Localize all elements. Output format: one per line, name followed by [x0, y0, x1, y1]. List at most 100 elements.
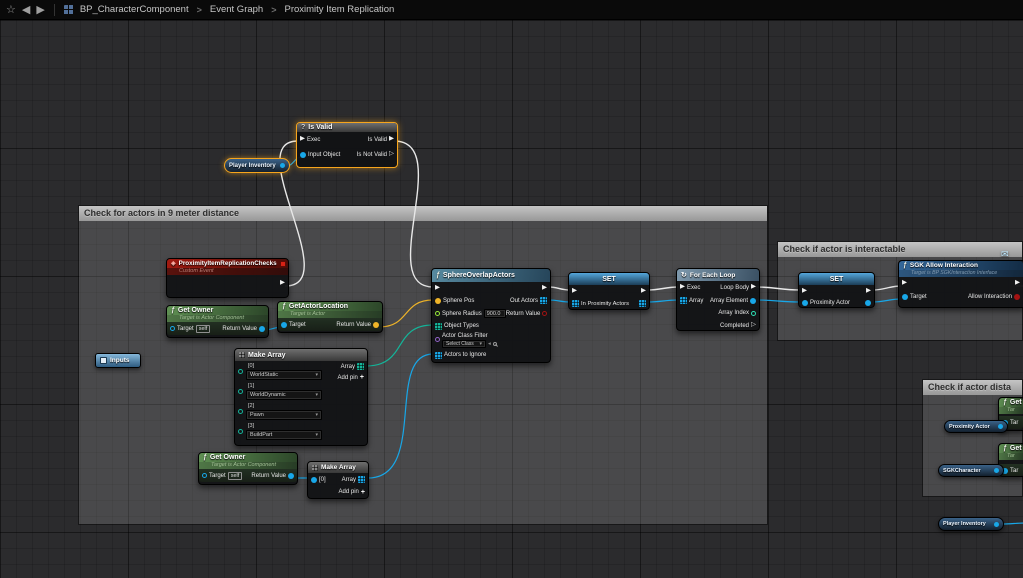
vector-return-pin[interactable] — [373, 322, 379, 328]
target-pin[interactable] — [170, 326, 175, 331]
wire-exec-loopbody-to-set2[interactable] — [756, 287, 800, 290]
target-pin[interactable] — [202, 473, 207, 478]
back-icon[interactable]: ◀ — [22, 0, 30, 20]
array-out-pin[interactable] — [639, 300, 646, 307]
exec-out-pin[interactable] — [280, 280, 285, 287]
object-out-pin[interactable] — [280, 163, 285, 168]
node-subtitle: Target is Actor Component — [199, 462, 297, 469]
target-pin[interactable] — [902, 294, 908, 300]
node-custom-event[interactable]: ◈ProximityItemReplicationChecks Custom E… — [166, 258, 289, 298]
exec-in-pin[interactable] — [300, 136, 305, 143]
breadcrumb-function[interactable]: Proximity Item Replication — [284, 4, 394, 15]
add-pin-button[interactable]: Add pin+ — [338, 374, 364, 381]
exec-out-pin[interactable] — [866, 288, 871, 295]
node-make-array-object-types[interactable]: Make Array Array Add pin+ [0] WorldStati… — [234, 348, 368, 446]
wire-set2-to-sgk-target[interactable] — [873, 299, 901, 302]
node-make-array-ignore[interactable]: Make Array [0] Array Add pin+ — [307, 461, 369, 499]
object-type-dropdown[interactable]: WorldStatic▾ — [246, 370, 322, 380]
exec-out-pin[interactable] — [641, 288, 646, 295]
breadcrumb-event-graph[interactable]: Event Graph — [210, 4, 263, 15]
object-out-pin[interactable] — [994, 522, 999, 527]
array-in-pin[interactable] — [680, 297, 687, 304]
target-default-value[interactable]: self — [228, 472, 243, 480]
exec-in-pin[interactable] — [680, 284, 685, 291]
function-icon: ƒ — [903, 262, 907, 269]
element-pin[interactable] — [238, 369, 243, 374]
exec-in-pin[interactable] — [902, 280, 907, 287]
object-types-pin[interactable] — [435, 323, 442, 330]
element-pin[interactable] — [238, 429, 243, 434]
wire-location-to-spherepos[interactable] — [379, 300, 433, 327]
exec-out-pin-unconnected[interactable] — [389, 151, 394, 158]
object-pin[interactable] — [300, 152, 306, 158]
node-is-valid[interactable]: ?Is Valid Exec Is Valid Input Object Is … — [296, 122, 398, 168]
array-out-pin[interactable] — [358, 476, 365, 483]
wire-exec-overlap-to-set1[interactable] — [549, 287, 570, 290]
wire-makearray-to-actorsignore[interactable] — [368, 354, 433, 478]
object-out-pin[interactable] — [998, 424, 1003, 429]
array-in-pin[interactable] — [572, 300, 579, 307]
object-in-pin[interactable] — [802, 300, 808, 306]
node-get-actor-location[interactable]: ƒGetActorLocation Target is Actor Target… — [277, 301, 383, 333]
class-select-dropdown[interactable]: Select Class▾ — [442, 340, 486, 348]
element-pin[interactable] — [238, 409, 243, 414]
node-player-inventory-get[interactable]: Player Inventory — [224, 158, 290, 173]
sphere-pos-pin[interactable] — [435, 298, 441, 304]
node-proximity-actor-get[interactable]: Proximity Actor — [944, 420, 1008, 433]
wire-outactors-to-set1[interactable] — [549, 300, 570, 302]
class-use-selected-icon[interactable]: ◂ — [488, 341, 491, 347]
wire-exec-isvalid-to-overlap[interactable] — [394, 141, 433, 287]
sphere-radius-input[interactable] — [484, 309, 506, 318]
return-pin[interactable] — [259, 326, 265, 332]
node-set-proximity-actor[interactable]: SET Proximity Actor — [798, 272, 875, 308]
class-filter-pin[interactable] — [435, 337, 440, 342]
node-sphere-overlap-actors[interactable]: ƒSphereOverlapActors Sphere Pos Out Acto… — [431, 268, 551, 363]
exec-out-pin[interactable] — [389, 136, 394, 143]
forward-icon[interactable]: ▶ — [36, 0, 44, 20]
node-sgk-allow-interaction[interactable]: ƒSGK Allow Interaction Target is BP SGKI… — [898, 260, 1023, 308]
exec-out-pin[interactable] — [1015, 280, 1020, 287]
wire-arrayelement-to-set2[interactable] — [756, 300, 800, 302]
array-index-pin[interactable] — [751, 311, 756, 316]
breadcrumb-blueprint[interactable]: BP_CharacterComponent — [80, 4, 189, 15]
target-default-value[interactable]: self — [196, 325, 211, 333]
object-type-dropdown[interactable]: BuildPart▾ — [246, 430, 322, 440]
node-inputs-collapsed[interactable]: Inputs — [95, 353, 141, 368]
object-out-pin[interactable] — [994, 468, 999, 473]
array-out-pin[interactable] — [357, 363, 364, 370]
bool-return-pin[interactable] — [542, 311, 547, 316]
wire-exec-set2-to-sgk[interactable] — [873, 286, 901, 290]
exec-in-pin[interactable] — [802, 288, 807, 295]
wire-exec-set1-to-foreach[interactable] — [648, 287, 678, 290]
exec-in-pin[interactable] — [572, 288, 577, 295]
return-pin[interactable] — [288, 473, 294, 479]
element-pin[interactable] — [311, 477, 317, 483]
node-set-in-proximity-actors[interactable]: SET In Proximity Actors — [568, 272, 650, 310]
node-get-owner-a[interactable]: ƒGet Owner Target is Actor Component Tar… — [166, 305, 269, 338]
exec-out-pin[interactable] — [751, 284, 756, 291]
sphere-radius-pin[interactable] — [435, 311, 440, 316]
object-type-dropdown[interactable]: WorldDynamic▾ — [246, 390, 322, 400]
blueprint-graph-canvas[interactable]: Check for actors in 9 meter distance Che… — [0, 20, 1023, 578]
wire-set1-to-foreach-array[interactable] — [648, 300, 678, 302]
add-pin-button[interactable]: Add pin+ — [339, 489, 365, 496]
wire-playerinventory2-out[interactable] — [1002, 523, 1023, 524]
exec-in-pin[interactable] — [435, 285, 440, 292]
bool-out-pin[interactable] — [1014, 294, 1020, 300]
actors-to-ignore-pin[interactable] — [435, 352, 442, 359]
array-element-pin[interactable] — [750, 298, 756, 304]
node-player-inventory-get-b[interactable]: Player Inventory — [938, 517, 1004, 531]
target-pin[interactable] — [281, 322, 287, 328]
element-pin[interactable] — [238, 389, 243, 394]
node-title: SGK Allow Interaction — [910, 262, 978, 269]
class-browse-icon[interactable] — [493, 342, 497, 346]
exec-completed-pin[interactable] — [751, 322, 756, 329]
exec-out-pin[interactable] — [542, 285, 547, 292]
favorite-star-icon[interactable]: ☆ — [6, 0, 16, 20]
node-for-each-loop[interactable]: ↻For Each Loop Exec Loop Body Array Arra… — [676, 268, 760, 331]
object-out-pin[interactable] — [865, 300, 871, 306]
object-type-dropdown[interactable]: Pawn▾ — [246, 410, 322, 420]
node-sgk-character-get[interactable]: SGKCharacter — [938, 464, 1004, 477]
out-actors-pin[interactable] — [540, 297, 547, 304]
node-get-owner-b[interactable]: ƒGet Owner Target is Actor Component Tar… — [198, 452, 298, 485]
